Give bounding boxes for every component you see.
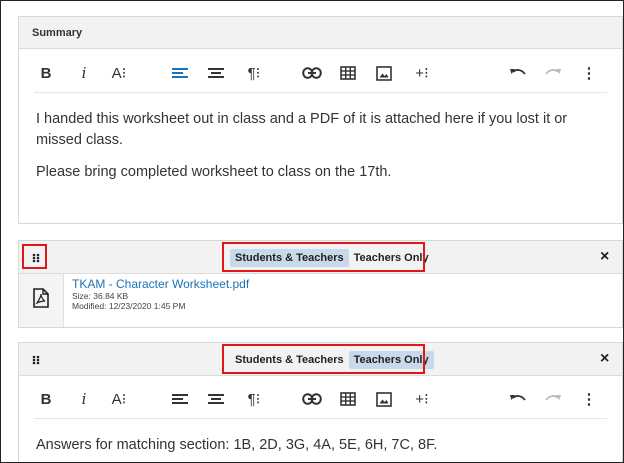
italic-icon: i [81,64,87,82]
italic-icon: i [81,390,87,408]
font-size-icon: A⁝ [111,65,127,82]
align-center-icon [208,68,224,78]
more-vert-icon: ⋮ [581,65,597,82]
more-vert-icon: ⋮ [581,391,597,408]
image-icon [376,65,392,81]
drag-handle-icon [32,355,40,365]
bold-icon: B [40,64,52,82]
summary-toolbar: B i A⁝ ¶⁝ +⁝ ⋮ [19,59,622,91]
italic-button[interactable]: i [77,59,91,87]
toolbar-divider [34,92,607,93]
align-left-icon [172,394,188,404]
summary-editor[interactable]: I handed this worksheet out in class and… [36,109,602,194]
attachment-modified: Modified: 12/23/2020 1:45 PM [72,301,186,311]
align-left-button[interactable] [169,59,191,87]
font-size-button[interactable]: A⁝ [107,59,131,87]
undo-button[interactable] [508,59,528,87]
redo-button[interactable] [543,59,563,87]
redo-icon [545,69,561,75]
highlight-box-visibility-toggle [222,344,425,374]
text-block-toolbar: B i A⁝ ¶⁝ +⁝ ⋮ [19,385,622,417]
attachment-file-link[interactable]: TKAM - Character Worksheet.pdf [72,277,249,291]
summary-paragraph: I handed this worksheet out in class and… [36,111,568,148]
redo-icon [545,395,561,401]
bold-icon: B [40,390,52,408]
table-button[interactable] [338,385,358,413]
insert-more-button[interactable]: +⁝ [410,385,434,413]
bold-button[interactable]: B [37,385,55,413]
summary-paragraph: Please bring completed worksheet to clas… [36,164,392,180]
paragraph-format-button[interactable]: ¶⁝ [241,385,267,413]
align-center-icon [208,394,224,404]
insert-more-icon: +⁝ [415,391,429,408]
close-block-button[interactable]: × [600,350,609,368]
drag-handle[interactable] [28,352,44,368]
more-options-button[interactable]: ⋮ [581,385,597,413]
link-icon [302,393,322,405]
redo-button[interactable] [543,385,563,413]
paragraph-format-button[interactable]: ¶⁝ [241,59,267,87]
attachment-icon-cell [19,274,64,327]
image-icon [376,391,392,407]
insert-more-button[interactable]: +⁝ [410,59,434,87]
italic-button[interactable]: i [77,385,91,413]
text-block-editor[interactable]: Answers for matching section: 1B, 2D, 3G… [36,435,602,462]
link-icon [302,67,322,79]
table-icon [340,392,356,406]
summary-title: Summary [32,26,83,39]
align-left-button[interactable] [169,385,191,413]
bold-button[interactable]: B [37,59,55,87]
table-icon [340,66,356,80]
attachment-row: TKAM - Character Worksheet.pdf Size: 36.… [19,274,622,327]
more-options-button[interactable]: ⋮ [581,59,597,87]
undo-button[interactable] [508,385,528,413]
paragraph-format-icon: ¶⁝ [247,391,261,408]
link-button[interactable] [301,59,323,87]
toolbar-divider [34,418,607,419]
align-left-icon [172,68,188,78]
paragraph-format-icon: ¶⁝ [247,65,261,82]
close-block-button[interactable]: × [600,248,609,266]
summary-panel: Summary B i A⁝ ¶⁝ +⁝ ⋮ I handed this wor… [18,16,623,224]
align-center-button[interactable] [205,385,227,413]
font-size-icon: A⁝ [111,391,127,408]
window-frame: Summary B i A⁝ ¶⁝ +⁝ ⋮ I handed this wor… [0,0,624,463]
pdf-file-icon [33,288,49,308]
font-size-button[interactable]: A⁝ [107,385,131,413]
table-button[interactable] [338,59,358,87]
insert-more-icon: +⁝ [415,65,429,82]
text-block-content: Answers for matching section: 1B, 2D, 3G… [36,437,438,453]
summary-header: Summary [19,17,622,49]
attachment-info: TKAM - Character Worksheet.pdf Size: 36.… [64,274,249,327]
attachment-size: Size: 36.84 KB [72,291,129,301]
align-center-button[interactable] [205,59,227,87]
highlight-box-visibility-toggle [222,242,425,272]
undo-icon [510,395,526,401]
image-button[interactable] [374,59,394,87]
link-button[interactable] [301,385,323,413]
highlight-box-drag-handle [22,244,47,269]
undo-icon [510,69,526,75]
image-button[interactable] [374,385,394,413]
